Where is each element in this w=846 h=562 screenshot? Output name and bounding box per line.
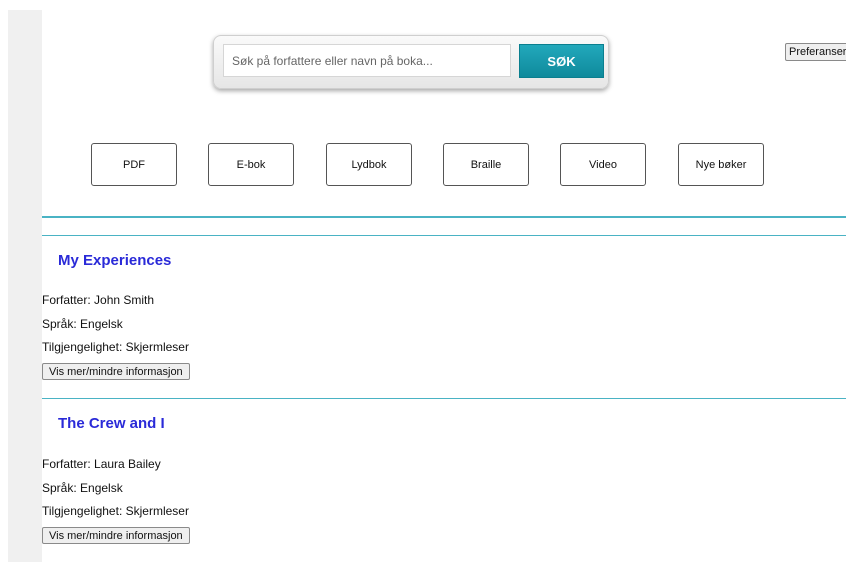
toggle-info-button[interactable]: Vis mer/mindre informasjon — [42, 527, 190, 544]
book-language: Språk: Engelsk — [42, 481, 123, 495]
filter-braille-button[interactable]: Braille — [443, 143, 529, 186]
search-input[interactable] — [223, 44, 511, 77]
divider — [42, 398, 846, 399]
preferences-button[interactable]: Preferanser — [785, 43, 846, 61]
toggle-info-button[interactable]: Vis mer/mindre informasjon — [42, 363, 190, 380]
book-accessibility: Tilgjengelighet: Skjermleser — [42, 504, 189, 518]
filter-new-books-button[interactable]: Nye bøker — [678, 143, 764, 186]
book-title[interactable]: My Experiences — [58, 252, 171, 269]
filter-ebook-button[interactable]: E-bok — [208, 143, 294, 186]
book-author: Forfatter: Laura Bailey — [42, 457, 161, 471]
book-title[interactable]: The Crew and I — [58, 415, 165, 432]
filter-audiobook-button[interactable]: Lydbok — [326, 143, 412, 186]
filter-video-button[interactable]: Video — [560, 143, 646, 186]
left-sidebar-strip — [8, 10, 42, 562]
search-button[interactable]: SØK — [519, 44, 604, 78]
divider — [42, 216, 846, 218]
filter-pdf-button[interactable]: PDF — [91, 143, 177, 186]
search-bar: SØK — [213, 35, 609, 89]
divider — [42, 235, 846, 236]
book-language: Språk: Engelsk — [42, 317, 123, 331]
book-author: Forfatter: John Smith — [42, 293, 155, 307]
book-accessibility: Tilgjengelighet: Skjermleser — [42, 340, 189, 354]
